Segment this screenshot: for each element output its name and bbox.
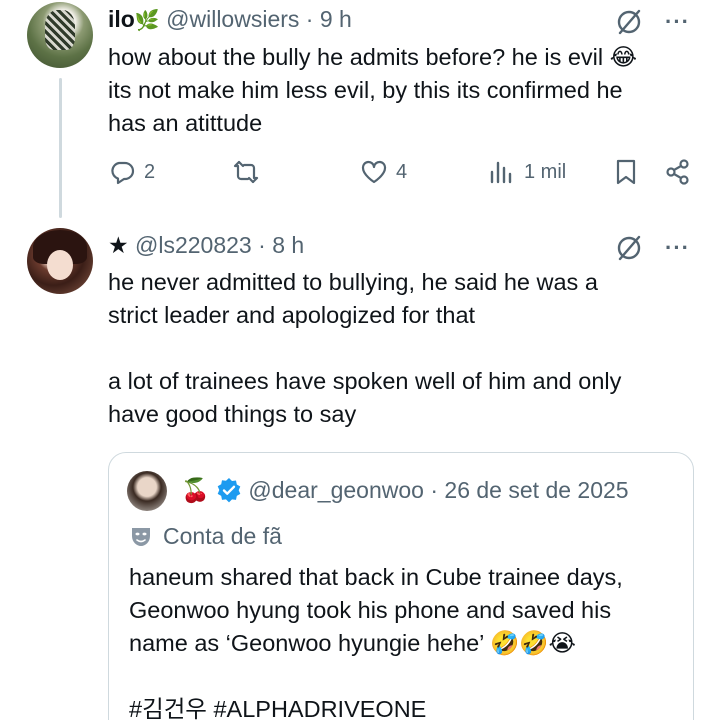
heart-icon: [361, 160, 387, 184]
like-button[interactable]: 4: [360, 158, 407, 186]
name-emoji: 🍒: [181, 477, 210, 503]
tweet-line: how about the bully he admits before? he…: [108, 44, 638, 70]
mask-icon: [132, 527, 150, 546]
reply-button[interactable]: 2: [108, 158, 155, 186]
bookmark-icon: [616, 159, 636, 185]
timestamp[interactable]: 9 h: [320, 6, 352, 32]
tweet-line: he never admitted to bullying, he said h…: [108, 269, 598, 295]
like-count: 4: [396, 160, 408, 183]
retweet-button[interactable]: [232, 158, 260, 186]
timestamp[interactable]: 8 h: [272, 232, 304, 258]
tweet-line: Geonwoo hyung took his phone and saved h…: [129, 597, 612, 623]
handle[interactable]: @willowsiers: [166, 6, 299, 32]
slash-circle-icon[interactable]: [615, 8, 643, 36]
tweet-header: ilo🌿 @willowsiers · 9 h: [108, 6, 352, 33]
reply-count: 2: [144, 160, 156, 183]
tweet-text: how about the bully he admits before? he…: [108, 41, 698, 140]
avatar[interactable]: [27, 228, 93, 294]
tweet-line: a lot of trainees have spoken well of hi…: [108, 368, 622, 394]
display-name[interactable]: ilo: [108, 6, 135, 32]
tweet-line: strict leader and apologized for that: [108, 302, 476, 328]
share-button[interactable]: [664, 158, 692, 186]
account-label-text: Conta de fã: [163, 523, 282, 549]
fan-account-label: Conta de fã: [129, 523, 282, 550]
more-icon[interactable]: ···: [665, 235, 690, 261]
avatar[interactable]: [27, 2, 93, 68]
tweet-line: name as ‘Geonwoo hyungie hehe’ 🤣🤣😭: [129, 630, 576, 656]
display-name[interactable]: ★: [108, 232, 129, 258]
tweet-line: have good things to say: [108, 401, 357, 427]
verified-icon: [217, 478, 241, 503]
name-emoji: 🌿: [134, 10, 160, 33]
thread-connector-line: [59, 78, 62, 218]
retweet-icon: [233, 160, 259, 184]
tweet-line: has an atittude: [108, 110, 263, 136]
tweet-line: its not make him less evil, by this its …: [108, 77, 623, 103]
tweet-text: he never admitted to bullying, he said h…: [108, 266, 698, 431]
views-icon: [490, 161, 512, 184]
tweet-line: haneum shared that back in Cube trainee …: [129, 564, 623, 590]
reply-icon: [111, 161, 135, 185]
avatar[interactable]: [127, 471, 167, 511]
more-icon[interactable]: ···: [665, 9, 690, 35]
view-count: 1 mil: [524, 160, 567, 183]
tweet-action-bar: 2 4 1 mil: [108, 158, 698, 194]
tweet-header: ★ @ls220823 · 8 h: [108, 232, 304, 259]
separator-dot: ·: [430, 477, 439, 503]
slash-circle-icon[interactable]: [615, 234, 643, 262]
separator-dot: ·: [305, 6, 314, 32]
separator-dot: ·: [258, 232, 266, 258]
quoted-tweet-header: 🍒 @dear_geonwoo · 26 de set de 2025: [181, 477, 629, 504]
views-button[interactable]: 1 mil: [488, 158, 566, 186]
tweet-top-actions: ···: [615, 234, 690, 262]
hashtags[interactable]: #김건우 #ALPHADRIVEONE: [129, 693, 679, 720]
quoted-tweet-text: haneum shared that back in Cube trainee …: [129, 561, 679, 720]
share-icon: [666, 159, 689, 185]
bookmark-button[interactable]: [612, 158, 640, 186]
handle[interactable]: @ls220823: [135, 232, 252, 258]
tweet-top-actions: ···: [615, 8, 690, 36]
quoted-tweet[interactable]: 🍒 @dear_geonwoo · 26 de set de 2025 Cont…: [108, 452, 694, 720]
timestamp[interactable]: 26 de set de 2025: [444, 477, 628, 503]
handle[interactable]: @dear_geonwoo: [248, 477, 424, 503]
